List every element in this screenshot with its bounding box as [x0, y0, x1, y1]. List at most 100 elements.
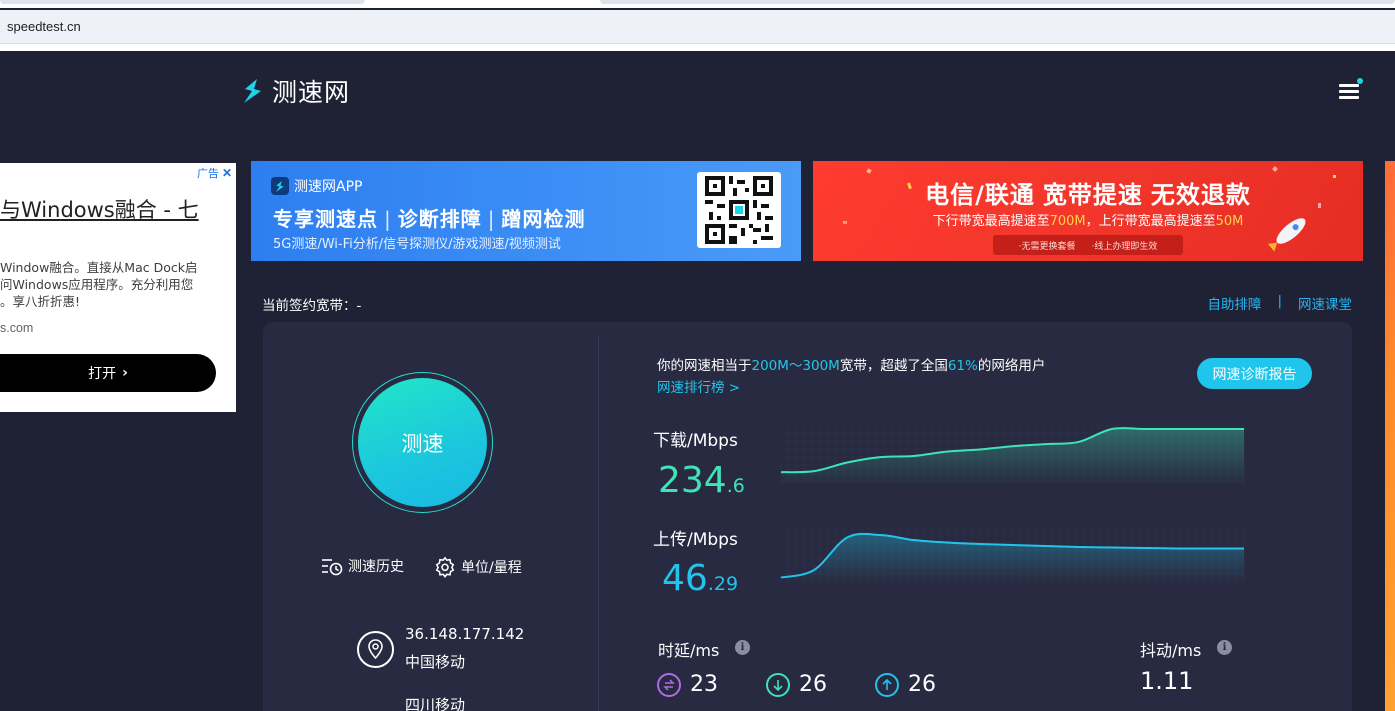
ad-desc-line: 。享八折折惠!	[0, 294, 81, 309]
jitter-label: 抖动/ms	[1140, 641, 1202, 660]
ad-title[interactable]: 与Windows融合 - 七	[0, 194, 199, 224]
hamburger-icon-bar	[1339, 90, 1359, 93]
address-bar[interactable]: speedtest.cn	[0, 10, 1395, 44]
isp-down-speed: 700M	[1049, 214, 1086, 229]
isp-title-part: 宽带提速	[1042, 181, 1143, 209]
isp-pill-item: ·无需更换套餐	[1018, 241, 1076, 252]
isp-title-part: 电信/联通	[925, 181, 1035, 209]
jitter-value: 1.11	[1140, 667, 1194, 695]
close-icon[interactable]: ✕	[222, 166, 232, 180]
app-logo-icon	[271, 177, 289, 195]
ip-address: 36.148.177.142	[405, 625, 525, 643]
link-divider: |	[1277, 293, 1282, 309]
isp-sub-text: ，上行带宽最高提速至	[1085, 214, 1216, 229]
latency-upload: 26	[875, 672, 936, 697]
app-feature: 蹭网检测	[501, 207, 586, 231]
notification-dot	[1357, 78, 1363, 84]
upload-int: 46	[662, 558, 708, 599]
hamburger-icon-bar	[1339, 96, 1359, 99]
server-region[interactable]: 四川移动	[405, 694, 465, 711]
ad-desc-line: 问Windows应用程序。充分利用您	[0, 277, 194, 292]
summary-text: 的网络用户	[977, 358, 1046, 374]
qr-code-icon	[697, 172, 781, 248]
latency-download: 26	[766, 672, 827, 697]
history-icon	[322, 559, 343, 576]
isp-subtitle: 下行带宽最高提速至700M，上行带宽最高提速至50M	[813, 210, 1363, 229]
upload-chart	[780, 526, 1245, 582]
info-icon[interactable]: i	[735, 640, 750, 655]
subscription-value: -	[356, 298, 362, 314]
ad-choices[interactable]: 广告 ✕	[197, 165, 232, 181]
units-button[interactable]: 单位/量程	[434, 556, 522, 578]
isp-title: 电信/联通 宽带提速 无效退款	[813, 175, 1363, 210]
right-edge-gap	[1381, 161, 1385, 711]
download-chart	[780, 425, 1245, 485]
ad-open-button[interactable]: 打开 ›	[0, 354, 216, 392]
units-label: 单位/量程	[461, 560, 522, 576]
hamburger-icon	[1339, 84, 1359, 87]
browser-tab-strip	[0, 0, 1395, 8]
ad-desc-line: Window融合。直接从Mac Dock启	[0, 260, 198, 275]
download-label: 下载/Mbps	[653, 431, 738, 451]
site-logo[interactable]: 测速网	[240, 76, 351, 107]
gear-icon	[435, 556, 455, 578]
separator: |	[384, 207, 392, 231]
idle-ping-icon	[657, 672, 681, 697]
arrow-down-icon	[766, 672, 790, 697]
subscription-label: 当前签约宽带：	[262, 298, 357, 314]
latency-idle: 23	[657, 672, 718, 697]
url-text[interactable]: speedtest.cn	[7, 19, 81, 34]
summary-text: 你的网速相当于	[657, 358, 752, 374]
ad-label: 广告	[196, 168, 219, 180]
browser-separator	[0, 44, 1395, 51]
browser-tab[interactable]	[600, 0, 1395, 4]
download-dec: .6	[726, 475, 745, 497]
app-feature: 诊断排障	[397, 207, 482, 231]
ad-domain[interactable]: s.com	[0, 321, 33, 335]
latency-upload-value: 26	[908, 672, 936, 697]
chevron-right-icon: ›	[122, 365, 128, 381]
isp-pill: ·无需更换套餐 ·线上办理即生效	[993, 235, 1183, 255]
self-check-link[interactable]: 自助排障	[1207, 293, 1261, 313]
summary-text: 宽带，超越了全国	[839, 358, 948, 374]
ranking-link[interactable]: 网速排行榜 >	[657, 376, 740, 396]
download-chart-area	[781, 428, 1244, 485]
download-value: 234.6	[658, 460, 745, 501]
app-name-row: 测速网APP	[271, 176, 362, 196]
subscription-info: 当前签约宽带：-	[262, 294, 361, 314]
menu-button[interactable]	[1337, 78, 1363, 104]
upload-dec: .29	[707, 573, 739, 595]
latency-idle-value: 23	[690, 672, 718, 697]
app-subtitle: 5G测速/Wi-Fi分析/信号探测仪/游戏测速/视频测试	[273, 237, 561, 252]
arrow-up-icon	[875, 672, 899, 697]
classroom-link[interactable]: 网速课堂	[1298, 293, 1352, 313]
summary-percent: 61%	[947, 358, 978, 374]
ad-description: Window融合。直接从Mac Dock启 问Windows应用程序。充分利用您…	[0, 259, 220, 310]
start-test-button[interactable]: 测速	[358, 378, 487, 507]
latency-download-value: 26	[799, 672, 827, 697]
app-feature: 专享测速点	[273, 207, 378, 231]
browser-tab[interactable]	[0, 0, 365, 4]
history-button[interactable]: 测速历史	[321, 556, 404, 576]
logo-text: 测速网	[272, 78, 351, 107]
isp-sub-text: 下行带宽最高提速至	[932, 214, 1050, 229]
isp-title-part: 无效退款	[1150, 181, 1251, 209]
ip-isp: 中国移动	[405, 653, 466, 671]
isp-pill-item: ·线上办理即生效	[1091, 241, 1158, 252]
latency-label: 时延/ms	[658, 641, 720, 660]
upload-value: 46.29	[662, 558, 738, 599]
speed-summary: 你的网速相当于200M～300M宽带，超越了全国61%的网络用户	[657, 354, 1045, 374]
app-name: 测速网APP	[294, 179, 363, 195]
isp-banner[interactable]: 电信/联通 宽带提速 无效退款 下行带宽最高提速至700M，上行带宽最高提速至50M…	[813, 161, 1363, 261]
info-icon[interactable]: i	[1217, 640, 1232, 655]
summary-range: 200M～300M	[751, 358, 840, 374]
left-advertisement[interactable]: 广告 ✕ 与Windows融合 - 七 Window融合。直接从Mac Dock…	[0, 163, 236, 412]
diagnosis-report-button[interactable]: 网速诊断报告	[1197, 358, 1312, 389]
history-label: 测速历史	[348, 559, 404, 575]
logo-icon	[244, 79, 261, 103]
app-banner[interactable]: 测速网APP 专享测速点 | 诊断排障 | 蹭网检测 5G测速/Wi-Fi分析/信号探测…	[251, 161, 801, 261]
top-links: 自助排障 | 网速课堂	[1207, 293, 1352, 313]
isp-up-speed: 50M	[1215, 214, 1244, 229]
card-divider	[598, 336, 599, 711]
upload-chart-area	[781, 533, 1244, 582]
